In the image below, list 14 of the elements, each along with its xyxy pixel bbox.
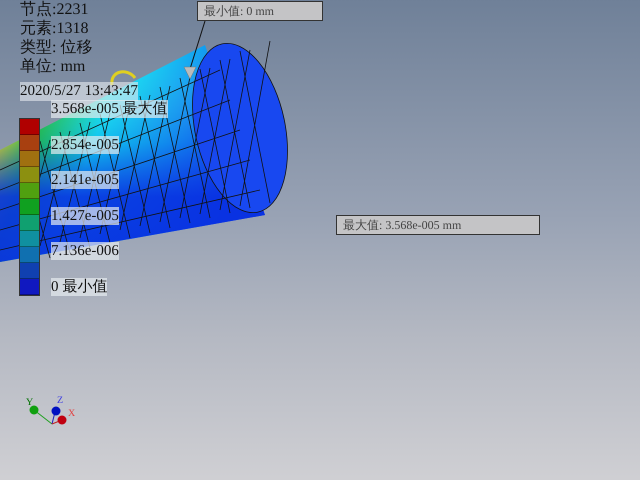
legend-label: 7.136e-006	[51, 242, 119, 260]
legend-label: 0 最小值	[51, 278, 108, 296]
info-text: 单位: mm	[20, 57, 86, 76]
info-text: 节点:2231	[20, 0, 90, 19]
timestamp-text: 2020/5/27 13:43:47	[20, 82, 138, 101]
legend-label: 2.854e-005	[51, 136, 119, 154]
info-text: 类型: 位移	[20, 38, 94, 57]
info-text: 元素:1318	[20, 19, 90, 38]
axis-triad-drawing: Y Z X	[20, 396, 84, 432]
legend-label: 3.568e-005 最大值	[51, 100, 168, 118]
minimum-callout: 最小值: 0 mm	[197, 1, 323, 21]
legend-label: 2.141e-005	[51, 171, 119, 190]
legend-label: 1.427e-005	[51, 206, 119, 225]
maximum-callout: 最大值: 3.568e-005 mm	[336, 215, 540, 235]
